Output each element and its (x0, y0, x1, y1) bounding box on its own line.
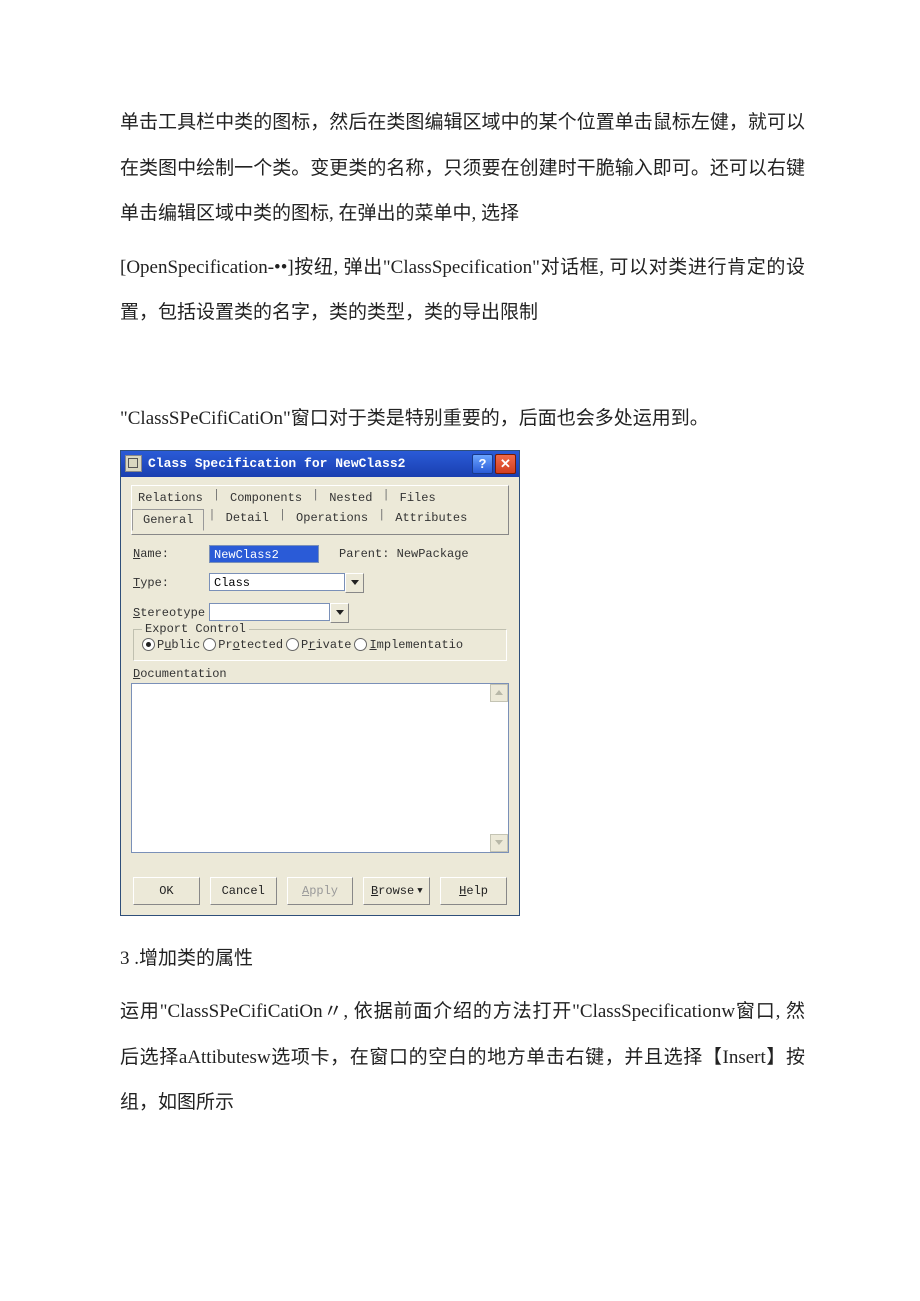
radio-icon (203, 638, 216, 651)
tabs-row-2: General | Detail | Operations | Attribut… (132, 508, 508, 530)
apply-button[interactable]: Apply (287, 877, 354, 905)
titlebar: Class Specification for NewClass2 ? ✕ (121, 451, 519, 477)
paragraph-2: [OpenSpecification-••]按纽, 弹出"ClassSpecif… (120, 245, 805, 336)
browse-button[interactable]: Browse▼ (363, 877, 430, 905)
radio-protected[interactable]: Protected (203, 638, 283, 652)
radio-icon (286, 638, 299, 651)
paragraph-4: 3 .增加类的属性 (120, 936, 805, 982)
radio-public[interactable]: Public (142, 638, 200, 652)
window-title: Class Specification for NewClass2 (148, 456, 470, 471)
close-icon[interactable]: ✕ (495, 454, 516, 474)
radio-icon (354, 638, 367, 651)
tab-general[interactable]: General (132, 509, 204, 531)
ok-button[interactable]: OK (133, 877, 200, 905)
type-value[interactable]: Class (209, 573, 345, 591)
radio-private[interactable]: Private (286, 638, 351, 652)
name-label: Name: (133, 547, 209, 561)
name-input[interactable]: NewClass2 (209, 545, 319, 563)
scroll-down-icon[interactable] (490, 834, 508, 852)
class-spec-dialog: Class Specification for NewClass2 ? ✕ Re… (120, 450, 520, 916)
stereotype-combo[interactable] (209, 603, 349, 623)
help-title-button[interactable]: ? (472, 454, 493, 474)
parent-value: NewPackage (397, 547, 469, 561)
system-menu-icon[interactable] (125, 455, 142, 472)
type-label: Type: (133, 576, 209, 590)
radio-icon (142, 638, 155, 651)
documentation-label: Documentation (133, 667, 509, 681)
export-control-group: Export Control Public Protected Private (133, 629, 507, 661)
export-control-label: Export Control (142, 622, 249, 636)
tab-nested[interactable]: Nested (323, 488, 378, 508)
parent-label: Parent: NewPackage (339, 547, 469, 561)
tab-operations[interactable]: Operations (290, 508, 374, 530)
tab-files[interactable]: Files (394, 488, 442, 508)
stereotype-label: Stereotype (133, 606, 209, 620)
tabs-row-1: Relations | Components | Nested | Files (132, 488, 508, 508)
paragraph-5: 运用"ClassSPeCifiCatiOn〃, 依据前面介绍的方法打开"Clas… (120, 989, 805, 1126)
scroll-up-icon[interactable] (490, 684, 508, 702)
tab-relations[interactable]: Relations (132, 488, 209, 508)
radio-implementation[interactable]: Implementatio (354, 638, 463, 652)
paragraph-3: "ClassSPeCifiCatiOn"窗口对于类是特别重要的，后面也会多处运用… (120, 396, 805, 442)
paragraph-1: 单击工具栏中类的图标，然后在类图编辑区域中的某个位置单击鼠标左健，就可以在类图中… (120, 100, 805, 237)
help-button[interactable]: Help (440, 877, 507, 905)
cancel-button[interactable]: Cancel (210, 877, 277, 905)
type-combo[interactable]: Class (209, 573, 364, 593)
chevron-down-icon[interactable] (345, 573, 364, 593)
tab-attributes[interactable]: Attributes (389, 508, 473, 530)
tab-components[interactable]: Components (224, 488, 308, 508)
stereotype-value[interactable] (209, 603, 330, 621)
tab-detail[interactable]: Detail (220, 508, 275, 530)
documentation-textarea[interactable] (131, 683, 509, 853)
chevron-down-icon[interactable] (330, 603, 349, 623)
